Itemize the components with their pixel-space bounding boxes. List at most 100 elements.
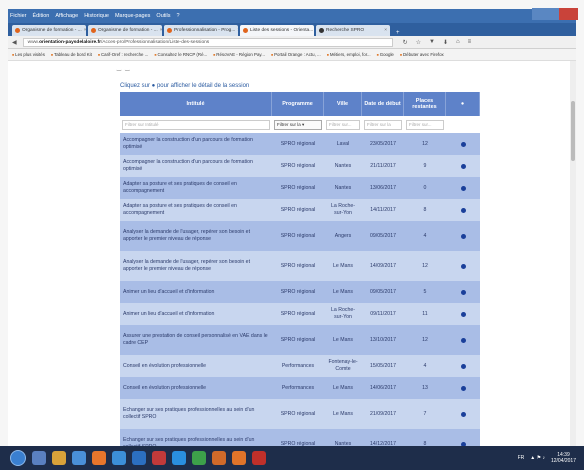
excel-icon[interactable]	[192, 451, 206, 465]
table-row: Adapter sa posture et ses pratiques de c…	[120, 177, 480, 199]
url-input[interactable]: www. orientation-paysdelaloire.fr/Acces-p…	[22, 37, 393, 47]
page-scrollbar[interactable]	[570, 61, 576, 446]
reload-icon[interactable]: ↻	[403, 39, 408, 46]
menu-outils[interactable]: Outils	[156, 13, 170, 19]
filter-date-input[interactable]: Filtrer sur la	[364, 119, 402, 130]
close-tab-icon[interactable]: ×	[84, 28, 86, 33]
header-programme[interactable]: Programme	[272, 92, 324, 116]
view-detail-icon[interactable]	[460, 337, 466, 343]
download-icon[interactable]: ⬇	[443, 39, 448, 46]
tab-organisme-1[interactable]: Organisme de formation - ... ×	[12, 25, 86, 36]
view-detail-icon[interactable]	[460, 263, 466, 269]
table-row: Conseil en évolution professionnelle Perf…	[120, 377, 480, 399]
bookmark-item[interactable]: Tableau de bord Kit	[51, 52, 92, 57]
folder-icon[interactable]	[52, 451, 66, 465]
minimize-button[interactable]	[532, 8, 546, 20]
bookmark-item[interactable]: Consultez le RNCP (Ré...	[154, 52, 207, 57]
url-path: /Acces-pro/Professionnalisation/Liste-de…	[100, 39, 210, 45]
menu-fichier[interactable]: Fichier	[10, 13, 27, 19]
view-detail-icon[interactable]	[460, 311, 466, 317]
app-icon[interactable]	[152, 451, 166, 465]
close-tab-icon[interactable]: ×	[237, 28, 238, 33]
bookmark-item[interactable]: Portail Orange : Actu, ...	[271, 52, 321, 57]
cell-ville: Laval	[336, 140, 350, 147]
menu-marque-pages[interactable]: Marque-pages	[115, 13, 150, 19]
home-icon[interactable]: ⌂	[456, 39, 460, 46]
menu-affichage[interactable]: Affichage	[55, 13, 78, 19]
cell-detail	[446, 199, 480, 221]
maximize-button[interactable]	[545, 8, 560, 20]
table-row: Animer un lieu d'accueil et d'informatio…	[120, 281, 480, 303]
view-detail-icon[interactable]	[460, 207, 466, 213]
bookmark-item[interactable]: Débuter avec Firefox	[400, 52, 444, 57]
view-detail-icon[interactable]	[460, 385, 466, 391]
pocket-icon[interactable]: ▼	[429, 39, 435, 46]
close-tab-icon[interactable]: ×	[160, 28, 162, 33]
view-detail-icon[interactable]	[460, 363, 466, 369]
cell-date: 13/10/2017	[370, 336, 396, 343]
header-intitule[interactable]: Intitulé	[120, 92, 272, 116]
cell-programme: SPRO régional	[280, 410, 316, 417]
view-detail-icon[interactable]	[460, 163, 466, 169]
firefox-icon[interactable]	[92, 451, 106, 465]
app-close-icon[interactable]	[252, 451, 266, 465]
tab-organisme-2[interactable]: Organisme de formation - ... ×	[88, 25, 162, 36]
close-tab-icon[interactable]: ×	[384, 28, 387, 33]
menu-edition[interactable]: Édition	[33, 13, 50, 19]
bookmark-item[interactable]: Google	[377, 52, 394, 57]
bookmark-item[interactable]: RésoVAE - Région Pay...	[213, 52, 265, 57]
filter-places-input[interactable]: Filtrer sur...	[406, 119, 444, 130]
tab-liste-sessions[interactable]: Liste des sessions - Orienta... ×	[240, 25, 314, 36]
bookmark-star-icon[interactable]: ☆	[416, 39, 421, 46]
close-window-button[interactable]	[559, 8, 578, 20]
app-icon[interactable]	[112, 451, 126, 465]
cell-intitule: Conseil en évolution professionnelle	[123, 384, 207, 391]
view-detail-icon[interactable]	[460, 233, 466, 239]
table-row: Analyser la demande de l'usager, repérer…	[120, 251, 480, 281]
header-ville[interactable]: Ville	[324, 92, 362, 116]
bookmark-item[interactable]: Métiers, emploi, for...	[327, 52, 371, 57]
explorer-icon[interactable]	[32, 451, 46, 465]
powerpoint-icon[interactable]	[212, 451, 226, 465]
start-button[interactable]	[10, 450, 26, 466]
table-row: Animer un lieu d'accueil et d'informatio…	[120, 303, 480, 325]
bookmark-item[interactable]: Carif-Oref : recherche ...	[98, 52, 148, 57]
cell-intitule: Accompagner la construction d'un parcour…	[123, 137, 253, 150]
cell-places: 8	[423, 440, 427, 446]
tab-recherche-spro[interactable]: Recherche SPRO ×	[316, 25, 390, 36]
language-indicator[interactable]: FR	[518, 455, 525, 461]
header-places[interactable]: Places restantes	[404, 92, 446, 116]
window-controls	[532, 8, 578, 20]
word-icon[interactable]	[132, 451, 146, 465]
filter-intitule-input[interactable]: Filtrer sur Intitulé	[122, 119, 270, 130]
back-icon[interactable]: ◀	[12, 39, 17, 46]
cell-date: 09/05/2017	[370, 232, 396, 239]
filter-ville-input[interactable]: Filtrer sur...	[326, 119, 360, 130]
view-detail-icon[interactable]	[460, 411, 466, 417]
view-detail-icon[interactable]	[460, 289, 466, 295]
table-row: Echanger sur ses pratiques professionnel…	[120, 399, 480, 429]
menu-icon[interactable]: ≡	[468, 39, 472, 46]
cell-date: 09/11/2017	[370, 310, 396, 317]
menu-historique[interactable]: Historique	[84, 13, 109, 19]
menu-aide[interactable]: ?	[176, 13, 179, 19]
view-detail-icon[interactable]	[460, 185, 466, 191]
ie-icon[interactable]	[172, 451, 186, 465]
cell-date: 23/05/2017	[370, 140, 396, 147]
bookmark-item[interactable]: Les plus visités	[12, 52, 45, 57]
cell-ville: La Roche-sur-Yon	[331, 203, 355, 216]
scrollbar-thumb[interactable]	[571, 101, 575, 161]
cell-places: 0	[423, 184, 427, 191]
cell-detail	[446, 377, 480, 399]
cell-places: 11	[422, 310, 428, 317]
cell-date: 14/06/2017	[370, 384, 396, 391]
tray-icons[interactable]: ▲ ⚑ ♪	[530, 455, 545, 461]
tab-professionnalisation[interactable]: Professionnalisation - Prog...×	[164, 25, 238, 36]
view-detail-icon[interactable]	[460, 141, 466, 147]
clock[interactable]: 14:39 12/04/2017	[551, 452, 576, 465]
firefox-active-icon[interactable]	[232, 451, 246, 465]
filter-programme-select[interactable]: Filtrer sur la ▾	[274, 119, 322, 130]
app-icon[interactable]	[72, 451, 86, 465]
header-date[interactable]: Date de début	[362, 92, 404, 116]
cell-programme: SPRO régional	[280, 262, 316, 269]
